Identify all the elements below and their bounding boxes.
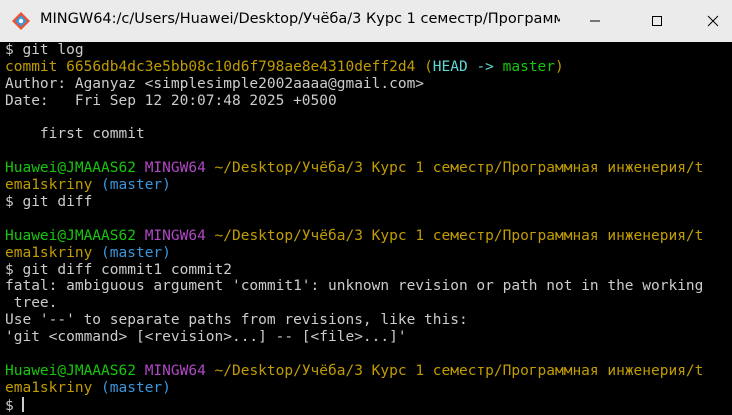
- commit-hash: 6656db4dc3e5bb08c10d6f798ae8e4310deff2d4: [66, 58, 416, 75]
- branch-label: master: [502, 58, 556, 75]
- prompt-symbol: $: [5, 194, 14, 211]
- user-host: Huawei@JMAAAS62: [5, 227, 136, 244]
- prompt-line: Huawei@JMAAAS62 MINGW64 ~/Desktop/Учёба/…: [0, 228, 732, 245]
- cwd-path-cont: ema1skriny: [5, 379, 93, 396]
- prompt-symbol: $: [5, 261, 14, 278]
- cwd-path: ~/Desktop/Учёба/3 Курс 1 семестр/Програм…: [214, 160, 704, 177]
- prompt-line: Huawei@JMAAAS62 MINGW64 ~/Desktop/Учёба/…: [0, 160, 732, 177]
- error-line: fatal: ambiguous argument 'commit1': unk…: [5, 278, 704, 295]
- ref-open: (: [424, 58, 433, 75]
- cwd-path-cont: ema1skriny: [5, 177, 93, 194]
- command-text: git log: [22, 42, 84, 58]
- commit-label: commit: [5, 58, 58, 75]
- terminal-line: $ git log: [0, 42, 732, 59]
- minimize-icon: [590, 20, 600, 22]
- git-bash-icon: [12, 12, 30, 30]
- close-button[interactable]: [690, 0, 732, 42]
- env-label: MINGW64: [144, 160, 206, 177]
- terminal-line: first commit: [5, 126, 145, 143]
- git-branch: (master): [101, 244, 171, 261]
- maximize-button[interactable]: [634, 0, 680, 42]
- prompt-line-cont: ema1skriny (master): [0, 245, 732, 262]
- error-line: tree.: [5, 295, 58, 312]
- user-host: Huawei@JMAAAS62: [5, 362, 136, 379]
- user-host: Huawei@JMAAAS62: [5, 160, 136, 177]
- terminal-line: $ git diff: [0, 194, 732, 211]
- terminal-line: Date: Fri Sep 12 20:07:48 2025 +0500: [5, 92, 337, 109]
- prompt-line-cont: ema1skriny (master): [0, 177, 732, 194]
- usage-line: 'git <command> [<revision>...] -- [<file…: [5, 329, 407, 346]
- window-titlebar: MINGW64:/c/Users/Huawei/Desktop/Учёба/3 …: [0, 0, 732, 42]
- usage-line: Use '--' to separate paths from revision…: [5, 312, 468, 329]
- cwd-path: ~/Desktop/Учёба/3 Курс 1 семестр/Програм…: [214, 227, 704, 244]
- env-label: MINGW64: [144, 227, 206, 244]
- text-cursor: [22, 396, 25, 412]
- prompt-line: Huawei@JMAAAS62 MINGW64 ~/Desktop/Учёба/…: [0, 363, 732, 380]
- terminal-line: Author: Aganyaz <simplesimple2002aaaa@gm…: [5, 75, 425, 92]
- prompt-line-cont: ema1skriny (master): [0, 380, 732, 397]
- maximize-icon: [652, 16, 662, 26]
- input-line[interactable]: $: [0, 396, 732, 414]
- command-text: git diff: [22, 194, 93, 211]
- git-branch: (master): [101, 379, 171, 396]
- window-title: MINGW64:/c/Users/Huawei/Desktop/Учёба/3 …: [40, 11, 560, 27]
- minimize-button[interactable]: [572, 0, 618, 42]
- close-icon: [707, 15, 719, 27]
- terminal-output[interactable]: $ git log commit 6656db4dc3e5bb08c10d6f7…: [0, 42, 732, 415]
- git-branch: (master): [101, 177, 171, 194]
- head-label: HEAD ->: [432, 58, 503, 75]
- env-label: MINGW64: [144, 362, 206, 379]
- prompt-symbol: $: [5, 397, 14, 414]
- command-text: git diff commit1 commit2: [22, 261, 232, 278]
- prompt-symbol: $: [5, 42, 14, 58]
- cwd-path: ~/Desktop/Учёба/3 Курс 1 семестр/Програм…: [214, 362, 704, 379]
- ref-close: ): [555, 58, 564, 75]
- terminal-line: commit 6656db4dc3e5bb08c10d6f798ae8e4310…: [0, 59, 732, 76]
- cwd-path-cont: ema1skriny: [5, 244, 93, 261]
- terminal-line: $ git diff commit1 commit2: [0, 262, 732, 279]
